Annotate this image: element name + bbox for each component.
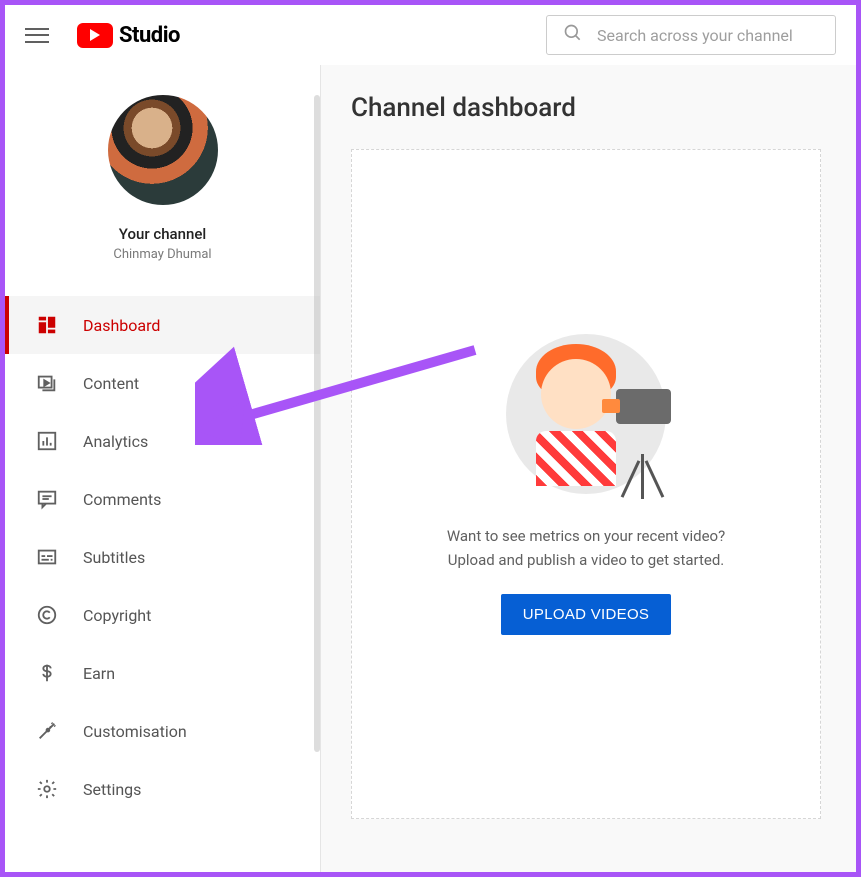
customisation-icon	[35, 719, 59, 743]
dashboard-icon	[35, 313, 59, 337]
comments-icon	[35, 487, 59, 511]
upload-prompt: Want to see metrics on your recent video…	[447, 524, 725, 572]
sidebar-item-label: Copyright	[83, 606, 151, 625]
sidebar-item-subtitles[interactable]: Subtitles	[5, 528, 320, 586]
sidebar-item-label: Earn	[83, 664, 115, 683]
page-title: Channel dashboard	[351, 93, 826, 123]
sidebar-item-label: Comments	[83, 490, 161, 509]
sidebar: Your channel Chinmay Dhumal Dashboard Co…	[5, 65, 320, 872]
sidebar-item-content[interactable]: Content	[5, 354, 320, 412]
youtube-studio-logo[interactable]: Studio	[77, 23, 180, 48]
sidebar-item-label: Content	[83, 374, 139, 393]
earn-icon	[35, 661, 59, 685]
sidebar-item-dashboard[interactable]: Dashboard	[5, 296, 320, 354]
settings-icon	[35, 777, 59, 801]
youtube-icon	[77, 23, 113, 48]
header: Studio Search across your channel	[5, 5, 856, 65]
search-input[interactable]: Search across your channel	[546, 15, 836, 55]
copyright-icon	[35, 603, 59, 627]
sidebar-item-label: Subtitles	[83, 548, 145, 567]
sidebar-item-label: Analytics	[83, 432, 148, 451]
sidebar-item-earn[interactable]: Earn	[5, 644, 320, 702]
search-placeholder: Search across your channel	[597, 26, 793, 45]
upload-card: Want to see metrics on your recent video…	[351, 149, 821, 819]
channel-name: Chinmay Dhumal	[113, 247, 211, 262]
subtitles-icon	[35, 545, 59, 569]
sidebar-item-label: Customisation	[83, 722, 187, 741]
prompt-line: Want to see metrics on your recent video…	[447, 524, 725, 548]
sidebar-item-label: Dashboard	[83, 316, 160, 335]
hamburger-menu[interactable]	[25, 23, 49, 47]
sidebar-item-customisation[interactable]: Customisation	[5, 702, 320, 760]
content-icon	[35, 371, 59, 395]
analytics-icon	[35, 429, 59, 453]
studio-wordmark: Studio	[119, 23, 180, 48]
prompt-line: Upload and publish a video to get starte…	[447, 548, 725, 572]
your-channel-label: Your channel	[119, 225, 206, 243]
upload-videos-button[interactable]: UPLOAD VIDEOS	[501, 594, 671, 635]
sidebar-item-settings[interactable]: Settings	[5, 760, 320, 818]
sidebar-item-comments[interactable]: Comments	[5, 470, 320, 528]
channel-info: Your channel Chinmay Dhumal	[5, 95, 320, 262]
avatar[interactable]	[108, 95, 218, 205]
search-icon	[563, 23, 583, 48]
sidebar-item-label: Settings	[83, 780, 141, 799]
sidebar-item-copyright[interactable]: Copyright	[5, 586, 320, 644]
main-content: Channel dashboard Want to see metrics on…	[320, 65, 856, 872]
sidebar-item-analytics[interactable]: Analytics	[5, 412, 320, 470]
upload-illustration	[506, 334, 666, 494]
